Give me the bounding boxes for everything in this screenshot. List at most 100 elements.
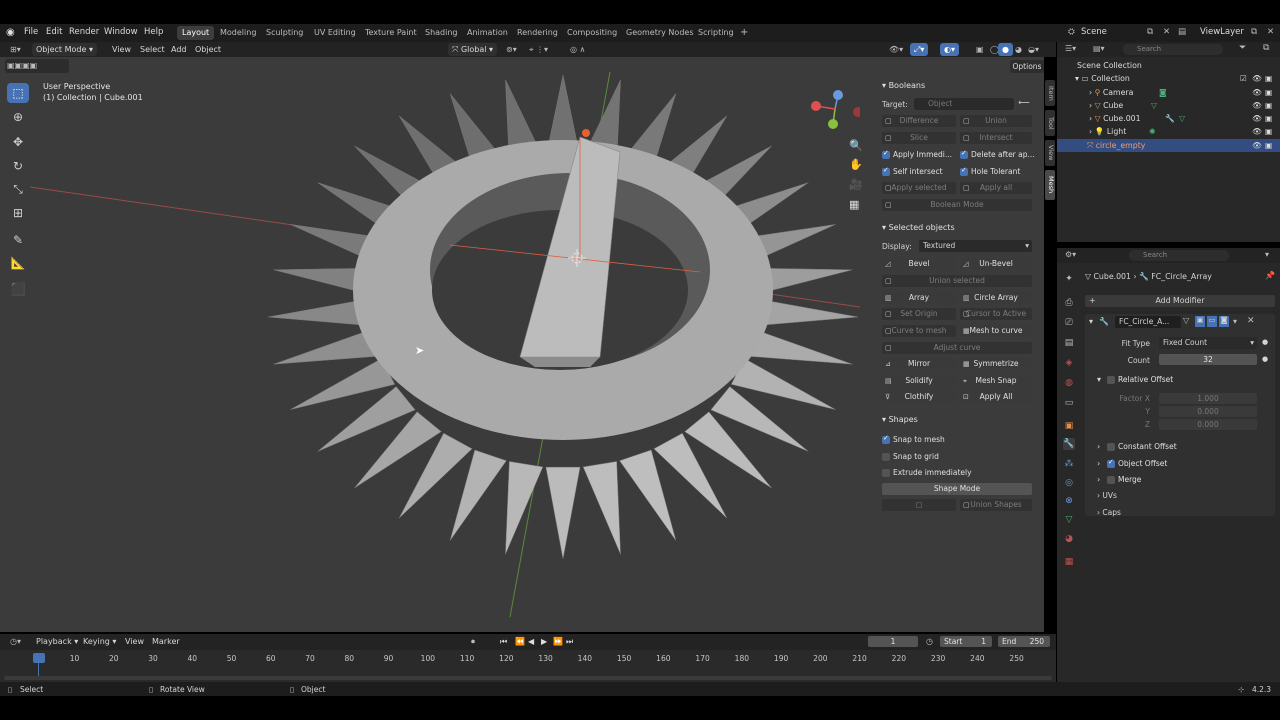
snap-to-grid-checkbox[interactable]: Snap to grid xyxy=(882,452,939,461)
mirror-button[interactable]: ⊿ Mirror xyxy=(882,358,956,370)
timeline-scrollbar[interactable] xyxy=(4,676,1052,680)
eye-icon[interactable]: 👁 xyxy=(1252,139,1262,152)
outliner-row-collection[interactable]: ▾ ▭ Collection ☑ 👁 ▣ xyxy=(1057,72,1280,85)
add-workspace-button[interactable]: + xyxy=(735,26,753,40)
zoom-icon[interactable]: 🔍 xyxy=(849,139,863,152)
eye-icon[interactable]: 👁 xyxy=(1252,72,1262,85)
constant-offset-checkbox[interactable]: Constant Offset xyxy=(1107,442,1177,451)
new-collection-icon[interactable]: ⧉ xyxy=(1263,43,1269,53)
apply-all-button[interactable]: ⊡ Apply All xyxy=(960,391,1032,403)
cursor-tool-icon[interactable]: ⊕ xyxy=(7,107,29,127)
start-frame-field[interactable]: Start 1 xyxy=(940,636,992,647)
menu-window[interactable]: Window xyxy=(104,27,138,37)
expand-chevron-icon[interactable]: › xyxy=(1097,475,1100,484)
move-tool-icon[interactable]: ✥ xyxy=(7,132,29,152)
eye-icon[interactable]: 👁 xyxy=(1252,86,1262,99)
mesh-to-curve-button[interactable]: ▦ Mesh to curve xyxy=(960,325,1032,337)
pan-hand-icon[interactable]: ✋ xyxy=(849,158,863,171)
exclude-checkbox-icon[interactable]: ☑ xyxy=(1240,72,1247,85)
menu-render[interactable]: Render xyxy=(69,27,99,37)
keyframe-dot-icon[interactable]: ● xyxy=(1262,338,1268,346)
display-dropdown[interactable]: Textured ▾ xyxy=(919,240,1032,252)
menu-object[interactable]: Object xyxy=(191,43,225,56)
camera-view-icon[interactable]: 🎥 xyxy=(849,178,863,191)
rendered-shading-icon[interactable]: ◒▾ xyxy=(1024,43,1043,56)
shapes-header[interactable]: ▾ Shapes xyxy=(882,415,918,424)
outliner-row-cube[interactable]: › ▽ Cube ▽ 👁 ▣ xyxy=(1057,99,1280,112)
constraints-properties-icon[interactable]: ⊗ xyxy=(1063,495,1075,507)
marker-menu[interactable]: Marker xyxy=(148,635,184,648)
overlay-toggle-icon[interactable]: ◐▾ xyxy=(940,43,959,56)
extrude-immediately-checkbox[interactable]: Extrude immediately xyxy=(882,468,972,477)
shape-mode-button[interactable]: Shape Mode xyxy=(882,483,1032,495)
menu-help[interactable]: Help xyxy=(144,27,163,37)
adjust-curve-button[interactable]: ▢ Adjust curve xyxy=(882,342,1032,354)
transform-tool-icon[interactable]: ⊞ xyxy=(7,203,29,223)
array-button[interactable]: ▥ Array xyxy=(882,292,956,304)
timeline-view-menu[interactable]: View xyxy=(121,635,148,648)
tab-animation[interactable]: Animation xyxy=(462,26,513,40)
symmetrize-button[interactable]: ▦ Symmetrize xyxy=(960,358,1032,370)
data-properties-icon[interactable]: ▽ xyxy=(1063,514,1075,526)
camera-render-icon[interactable]: ▣ xyxy=(1265,112,1272,125)
tab-texture-paint[interactable]: Texture Paint xyxy=(360,26,422,40)
camera-render-icon[interactable]: ▣ xyxy=(1265,139,1272,152)
camera-render-icon[interactable]: ▣ xyxy=(1265,99,1272,112)
expand-chevron-icon[interactable]: › xyxy=(1097,459,1100,468)
jump-start-icon[interactable]: ⏮ xyxy=(496,635,511,648)
factor-z-field[interactable]: 0.000 xyxy=(1159,419,1257,430)
snap-to-mesh-checkbox[interactable]: Snap to mesh xyxy=(882,434,945,444)
tab-uv-editing[interactable]: UV Editing xyxy=(309,26,361,40)
sidebar-tab-mesh[interactable]: Mesh xyxy=(1045,170,1055,200)
camera-render-icon[interactable]: ▣ xyxy=(1265,125,1272,138)
measure-tool-icon[interactable]: 📐 xyxy=(7,253,29,273)
hole-tolerant-checkbox[interactable]: Hole Tolerant xyxy=(960,166,1020,176)
playhead[interactable] xyxy=(33,653,45,663)
set-origin-button[interactable]: ▢ Set Origin xyxy=(882,308,956,320)
collapse-chevron-icon[interactable]: ▾ xyxy=(1089,317,1093,326)
gizmo-toggle-icon[interactable]: ⤢▾ xyxy=(910,43,929,56)
particles-properties-icon[interactable]: ⁂ xyxy=(1063,458,1075,470)
camera-render-icon[interactable]: ▣ xyxy=(1265,72,1272,85)
union-button[interactable]: ▢ Union xyxy=(960,115,1032,127)
end-frame-field[interactable]: End 250 xyxy=(998,636,1050,647)
menu-file[interactable]: File xyxy=(24,27,38,37)
selected-objects-header[interactable]: ▾ Selected objects xyxy=(882,223,955,232)
tab-compositing[interactable]: Compositing xyxy=(562,26,622,40)
outliner-row-cube-001[interactable]: › ▽ Cube.001 🔧 ▽ 👁 ▣ xyxy=(1057,112,1280,125)
vertex-icon[interactable]: ▽ xyxy=(1183,316,1189,325)
playback-menu[interactable]: Playback ▾ xyxy=(32,635,82,648)
count-field[interactable]: 32 xyxy=(1159,354,1257,365)
blender-logo-icon[interactable]: ◉ xyxy=(6,27,15,38)
tab-geometry-nodes[interactable]: Geometry Nodes xyxy=(621,26,698,40)
unbevel-button[interactable]: ◿ Un-Bevel xyxy=(960,258,1032,270)
view-layer-name[interactable]: ViewLayer xyxy=(1200,27,1244,37)
outliner-search-input[interactable]: Search xyxy=(1123,44,1223,55)
circle-array-button[interactable]: ▥ Circle Array xyxy=(960,292,1032,304)
jump-end-icon[interactable]: ⏭ xyxy=(562,635,577,648)
scale-tool-icon[interactable]: ⤡ xyxy=(7,179,29,199)
sidebar-tab-view[interactable]: View xyxy=(1045,140,1055,166)
properties-editor-icon[interactable]: ⚙▾ xyxy=(1065,250,1076,259)
tab-rendering[interactable]: Rendering xyxy=(512,26,563,40)
menu-add[interactable]: Add xyxy=(167,43,191,56)
keyframe-dot-icon[interactable]: ● xyxy=(1262,355,1268,363)
keying-menu[interactable]: Keying ▾ xyxy=(79,635,120,648)
outliner-row-light[interactable]: › 💡 Light ✺ 👁 ▣ xyxy=(1057,125,1280,138)
modifier-properties-icon[interactable]: 🔧 xyxy=(1063,438,1075,450)
object-properties-icon[interactable]: ▣ xyxy=(1063,420,1075,432)
apply-all-bool-button[interactable]: ▢ Apply all xyxy=(960,182,1032,194)
curve-to-mesh-button[interactable]: ▢ Curve to mesh xyxy=(882,325,956,337)
delete-scene-icon[interactable]: ✕ xyxy=(1163,27,1170,37)
snap-icon[interactable]: ⌖ ⋮▾ xyxy=(525,43,552,56)
material-properties-icon[interactable]: ◕ xyxy=(1063,533,1075,545)
orientation-dropdown[interactable]: ⤧ Global ▾ xyxy=(448,43,498,56)
intersect-button[interactable]: ▢ Intersect xyxy=(960,132,1032,144)
bevel-button[interactable]: ◿ Bevel xyxy=(882,258,956,270)
fit-type-dropdown[interactable]: Fixed Count ▾ xyxy=(1159,337,1257,349)
booleans-header[interactable]: ▾ Booleans xyxy=(882,81,925,90)
rotate-tool-icon[interactable]: ↻ xyxy=(7,156,29,176)
mode-dropdown[interactable]: Object Mode ▾ xyxy=(32,43,97,56)
factor-x-field[interactable]: 1.000 xyxy=(1159,393,1257,404)
close-icon[interactable]: ✕ xyxy=(1247,316,1255,326)
